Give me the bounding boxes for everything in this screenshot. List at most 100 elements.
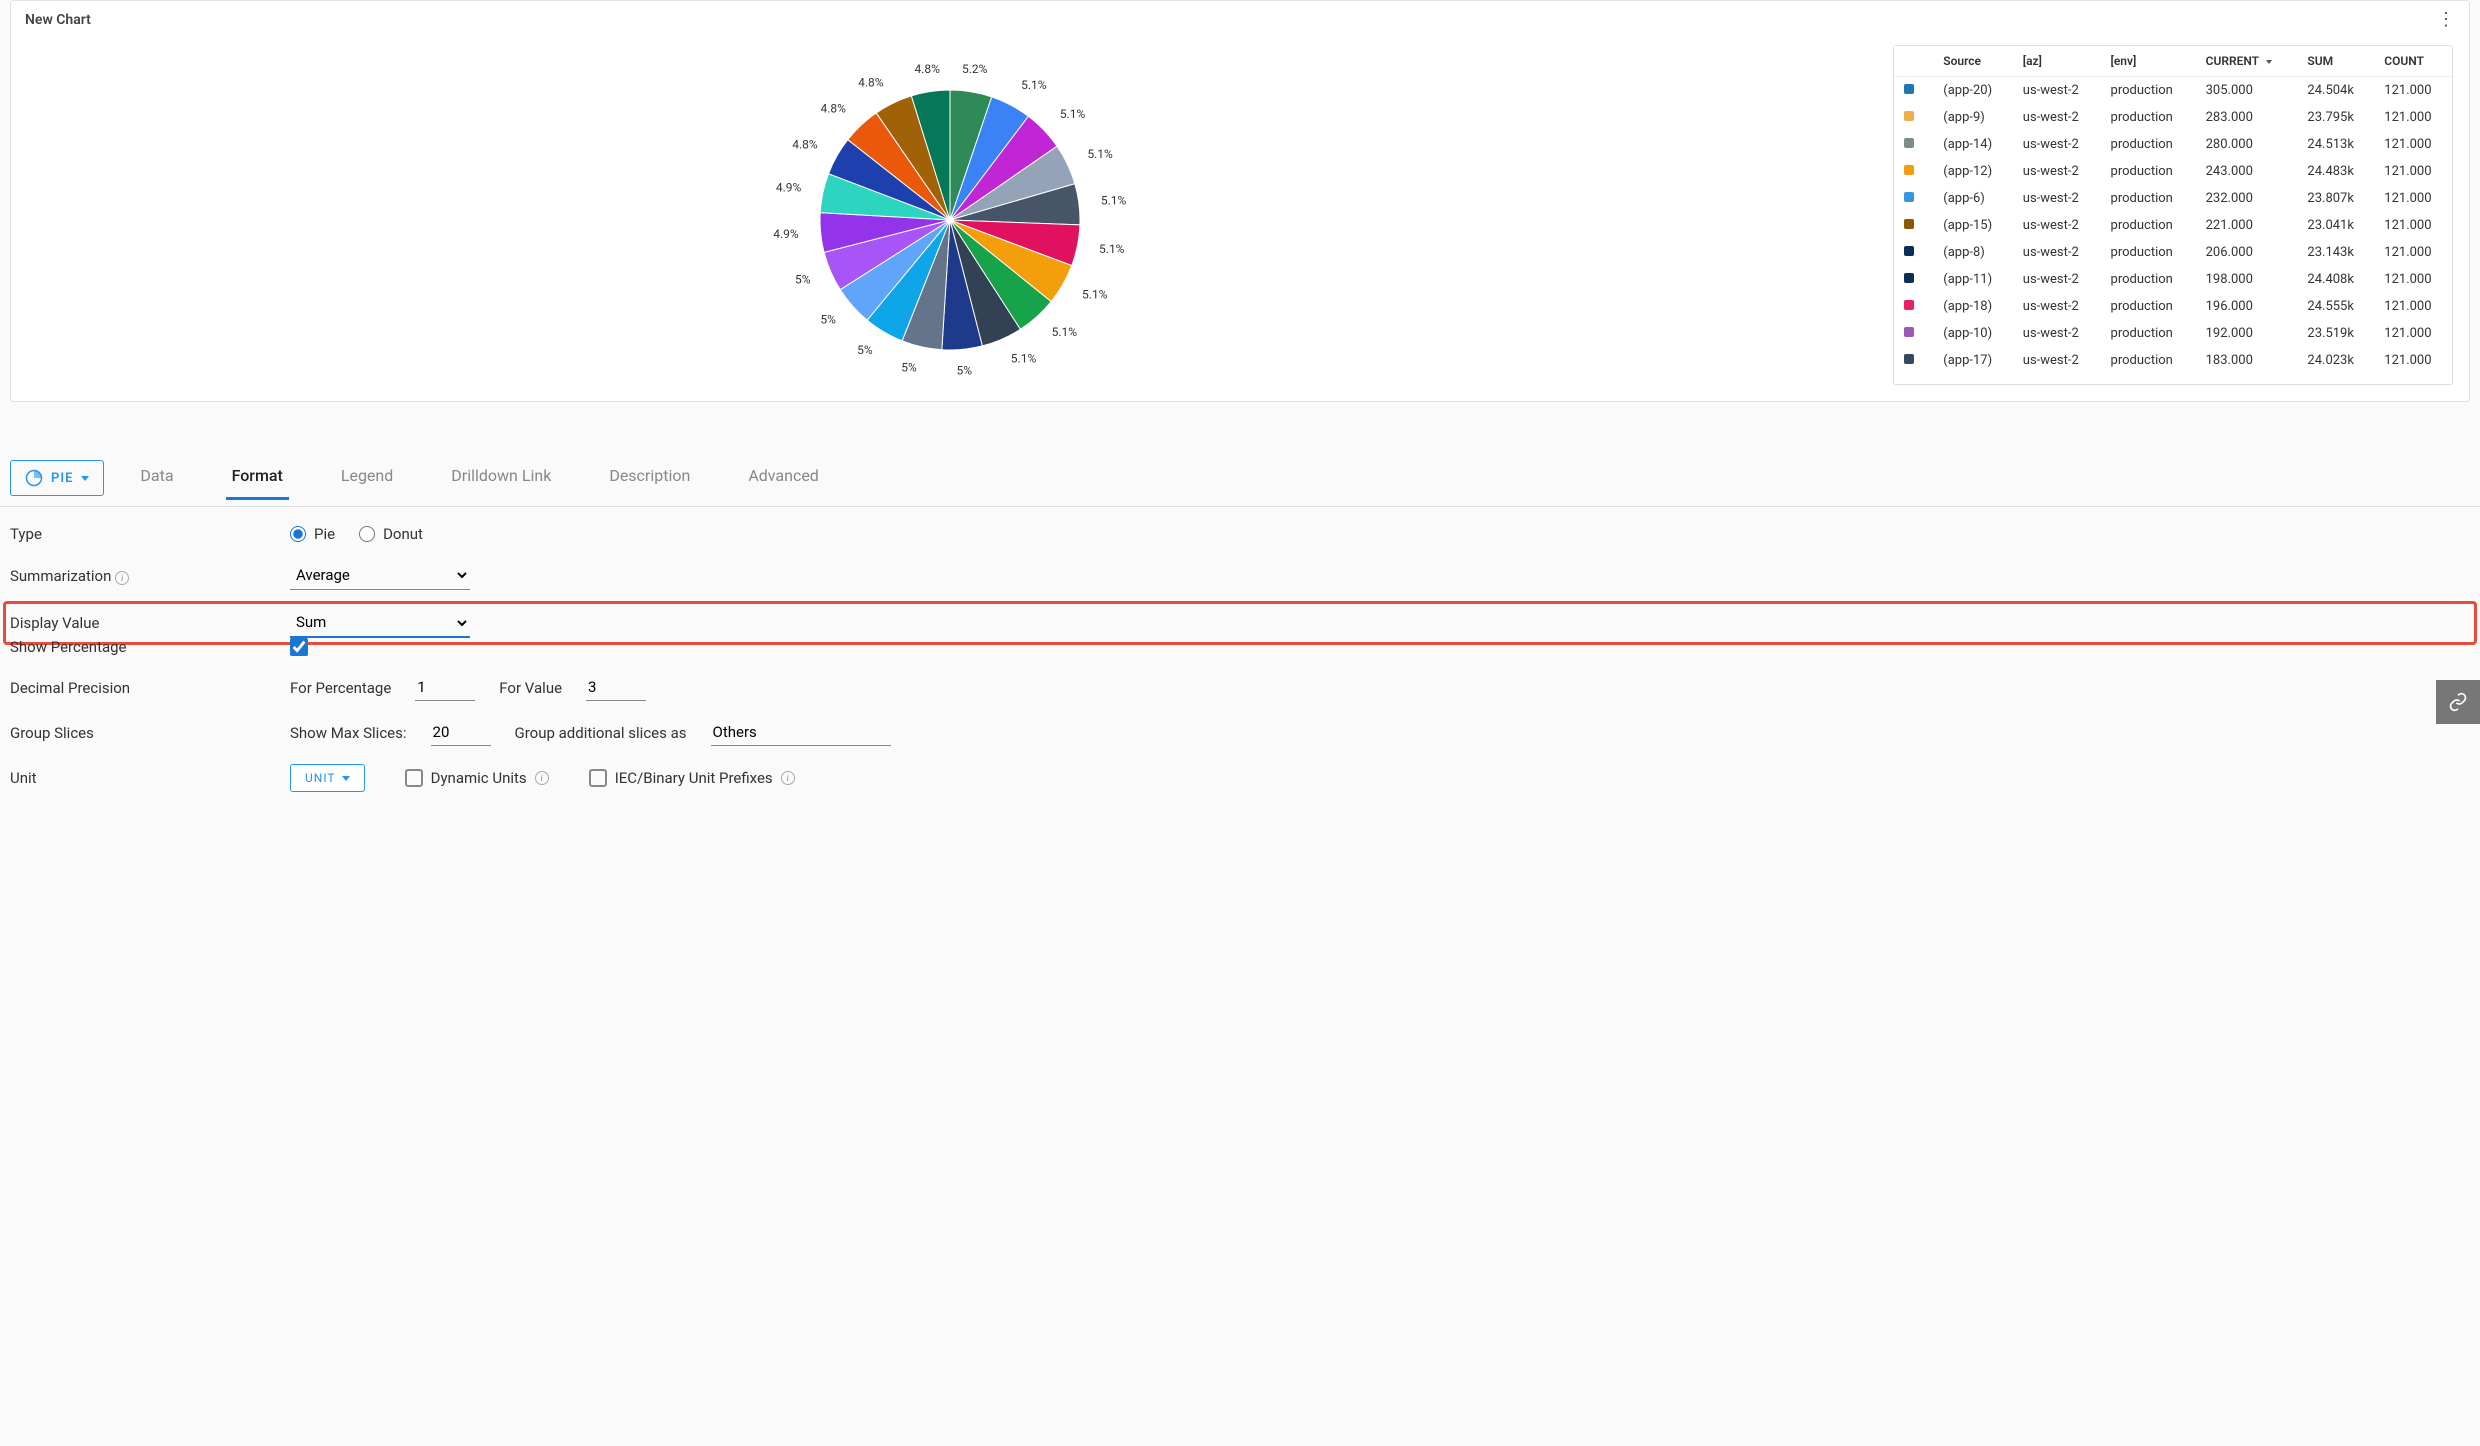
legend-row[interactable]: (app-9)us-west-2production283.00023.795k…: [1894, 104, 2452, 131]
unit-dropdown[interactable]: UNIT: [290, 764, 365, 792]
type-label: Type: [10, 525, 290, 543]
info-icon[interactable]: i: [535, 771, 549, 785]
max-slices-input[interactable]: [431, 719, 491, 746]
for-percentage-input[interactable]: [415, 674, 475, 701]
slice-label: 5.1%: [1101, 194, 1127, 208]
slice-label: 4.8%: [792, 137, 818, 151]
slice-label: 5.1%: [1082, 287, 1108, 301]
cell-az: us-west-2: [2013, 293, 2101, 320]
col-sum[interactable]: SUM: [2297, 46, 2374, 77]
tab-data[interactable]: Data: [134, 466, 179, 500]
cell-sum: 23.795k: [2297, 104, 2374, 131]
slice-label: 5.1%: [1052, 325, 1078, 339]
cell-env: production: [2101, 347, 2196, 374]
chevron-down-icon: [81, 476, 89, 481]
cell-current: 221.000: [2196, 212, 2298, 239]
info-icon[interactable]: i: [781, 771, 795, 785]
group-as-input[interactable]: [711, 719, 891, 746]
cell-source: (app-9): [1933, 104, 2013, 131]
cell-source: (app-12): [1933, 158, 2013, 185]
kebab-menu-icon[interactable]: ⋮: [2437, 11, 2455, 29]
cell-count: 121.000: [2374, 239, 2452, 266]
legend-row[interactable]: (app-6)us-west-2production232.00023.807k…: [1894, 185, 2452, 212]
cell-sum: 24.504k: [2297, 77, 2374, 105]
cell-env: production: [2101, 185, 2196, 212]
display-value-select[interactable]: Sum: [290, 608, 470, 638]
slice-label: 5%: [957, 363, 973, 377]
radio-donut-input[interactable]: [359, 526, 375, 542]
cell-az: us-west-2: [2013, 212, 2101, 239]
cell-source: (app-8): [1933, 239, 2013, 266]
summarization-select[interactable]: Average: [290, 561, 470, 590]
cell-count: 121.000: [2374, 347, 2452, 374]
iec-checkbox[interactable]: IEC/Binary Unit Prefixes i: [589, 769, 795, 787]
cell-az: us-west-2: [2013, 131, 2101, 158]
for-percentage-label: For Percentage: [290, 679, 391, 697]
cell-sum: 24.483k: [2297, 158, 2374, 185]
legend-row[interactable]: (app-10)us-west-2production192.00023.519…: [1894, 320, 2452, 347]
radio-pie[interactable]: Pie: [290, 525, 335, 543]
chart-panel: New Chart ⋮ 5.2%5.1%5.1%5.1%5.1%5.1%5.1%…: [10, 0, 2470, 402]
chart-type-dropdown[interactable]: PIE: [10, 460, 104, 496]
slice-label: 5.1%: [1021, 78, 1047, 92]
legend-row[interactable]: (app-8)us-west-2production206.00023.143k…: [1894, 239, 2452, 266]
col-env[interactable]: [env]: [2101, 46, 2196, 77]
cell-sum: 24.023k: [2297, 347, 2374, 374]
legend-swatch: [1904, 138, 1914, 148]
tabs-row: PIE Data Format Legend Drilldown Link Descri…: [0, 442, 2480, 507]
col-count[interactable]: COUNT: [2374, 46, 2452, 77]
legend-row[interactable]: (app-14)us-west-2production280.00024.513…: [1894, 131, 2452, 158]
tab-description[interactable]: Description: [603, 466, 696, 500]
legend-row[interactable]: (app-15)us-west-2production221.00023.041…: [1894, 212, 2452, 239]
cell-az: us-west-2: [2013, 347, 2101, 374]
show-percentage-checkbox[interactable]: [290, 638, 308, 656]
col-source[interactable]: Source: [1933, 46, 2013, 77]
cell-count: 121.000: [2374, 320, 2452, 347]
cell-sum: 23.519k: [2297, 320, 2374, 347]
pie-icon: [25, 469, 43, 487]
for-value-label: For Value: [499, 679, 562, 697]
cell-current: 192.000: [2196, 320, 2298, 347]
cell-az: us-west-2: [2013, 185, 2101, 212]
cell-env: production: [2101, 77, 2196, 105]
radio-donut[interactable]: Donut: [359, 525, 423, 543]
chart-header: New Chart ⋮: [11, 1, 2469, 37]
legend-row[interactable]: (app-17)us-west-2production183.00024.023…: [1894, 347, 2452, 374]
tab-advanced[interactable]: Advanced: [742, 466, 825, 500]
cell-source: (app-10): [1933, 320, 2013, 347]
legend-swatch: [1904, 84, 1914, 94]
cell-count: 121.000: [2374, 158, 2452, 185]
group-slices-label: Group Slices: [10, 724, 290, 742]
cell-current: 280.000: [2196, 131, 2298, 158]
radio-pie-input[interactable]: [290, 526, 306, 542]
col-current[interactable]: CURRENT: [2196, 46, 2298, 77]
for-value-input[interactable]: [586, 674, 646, 701]
legend-row[interactable]: (app-18)us-west-2production196.00024.555…: [1894, 293, 2452, 320]
tab-legend[interactable]: Legend: [335, 466, 399, 500]
col-az[interactable]: [az]: [2013, 46, 2101, 77]
info-icon[interactable]: i: [115, 571, 129, 585]
decimal-precision-label: Decimal Precision: [10, 679, 290, 697]
slice-label: 4.9%: [773, 227, 799, 241]
tab-drilldown-link[interactable]: Drilldown Link: [445, 466, 557, 500]
legend-row[interactable]: (app-12)us-west-2production243.00024.483…: [1894, 158, 2452, 185]
dynamic-units-checkbox[interactable]: Dynamic Units i: [405, 769, 549, 787]
cell-env: production: [2101, 212, 2196, 239]
legend-swatch: [1904, 327, 1914, 337]
link-fab[interactable]: [2436, 680, 2480, 724]
legend-row[interactable]: (app-11)us-west-2production198.00024.408…: [1894, 266, 2452, 293]
sort-desc-icon: [2264, 57, 2274, 67]
tab-format[interactable]: Format: [226, 466, 289, 500]
legend-header-row: Source [az] [env] CURRENT SUM COUNT: [1894, 46, 2452, 77]
link-icon: [2448, 692, 2468, 712]
cell-source: (app-11): [1933, 266, 2013, 293]
cell-env: production: [2101, 239, 2196, 266]
summarization-label: Summarization i: [10, 567, 290, 585]
cell-current: 183.000: [2196, 347, 2298, 374]
legend-swatch: [1904, 111, 1914, 121]
checkbox-empty-icon: [589, 769, 607, 787]
legend-row[interactable]: (app-20)us-west-2production305.00024.504…: [1894, 77, 2452, 105]
cell-source: (app-15): [1933, 212, 2013, 239]
cell-count: 121.000: [2374, 185, 2452, 212]
cell-sum: 23.807k: [2297, 185, 2374, 212]
